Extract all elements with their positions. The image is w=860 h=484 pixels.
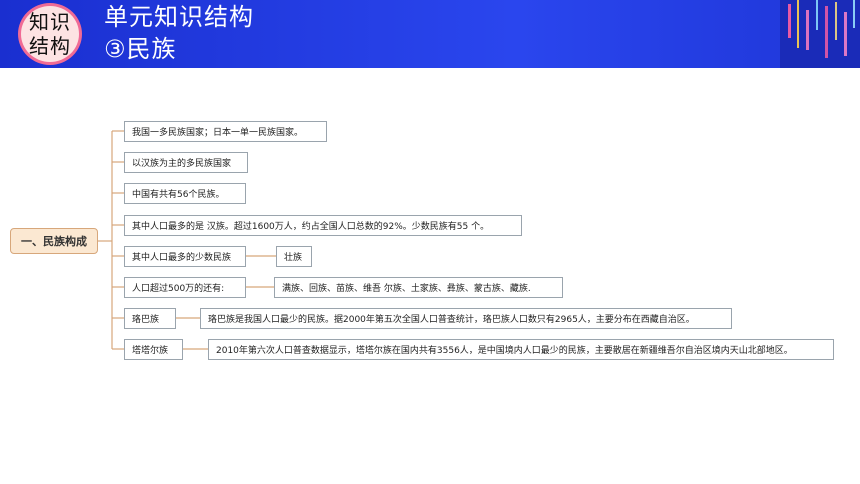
branch-node-1: 我国一多民族国家；日本一单一民族国家。 [124, 121, 327, 142]
branch-node-7: 珞巴族 [124, 308, 176, 329]
branch-node-3: 中国有共有56个民族。 [124, 183, 246, 204]
detail-node-luoba: 珞巴族是我国人口最少的民族。据2000年第五次全国人口普查统计，珞巴族人口数只有… [200, 308, 732, 329]
mind-map-connectors [98, 130, 276, 350]
branch-node-4: 其中人口最多的是 汉族。超过1600万人，约占全国人口总数的92%。少数民族有5… [124, 215, 522, 236]
mind-map: 一、民族构成 我国一多民族国家；日本一单一民族国家。 以汉族为主的多民族国家 中… [0, 0, 860, 484]
root-node: 一、民族构成 [10, 228, 98, 254]
branch-node-2: 以汉族为主的多民族国家 [124, 152, 248, 173]
branch-node-8: 塔塔尔族 [124, 339, 183, 360]
branch-node-6: 人口超过500万的还有: [124, 277, 246, 298]
detail-node-zhuang: 壮族 [276, 246, 312, 267]
detail-node-tatar: 2010年第六次人口普查数据显示，塔塔尔族在国内共有3556人，是中国境内人口最… [208, 339, 834, 360]
detail-node-over-5-million: 满族、回族、苗族、维吾 尔族、土家族、彝族、蒙古族、藏族. [274, 277, 563, 298]
branch-node-5: 其中人口最多的少数民族 [124, 246, 246, 267]
